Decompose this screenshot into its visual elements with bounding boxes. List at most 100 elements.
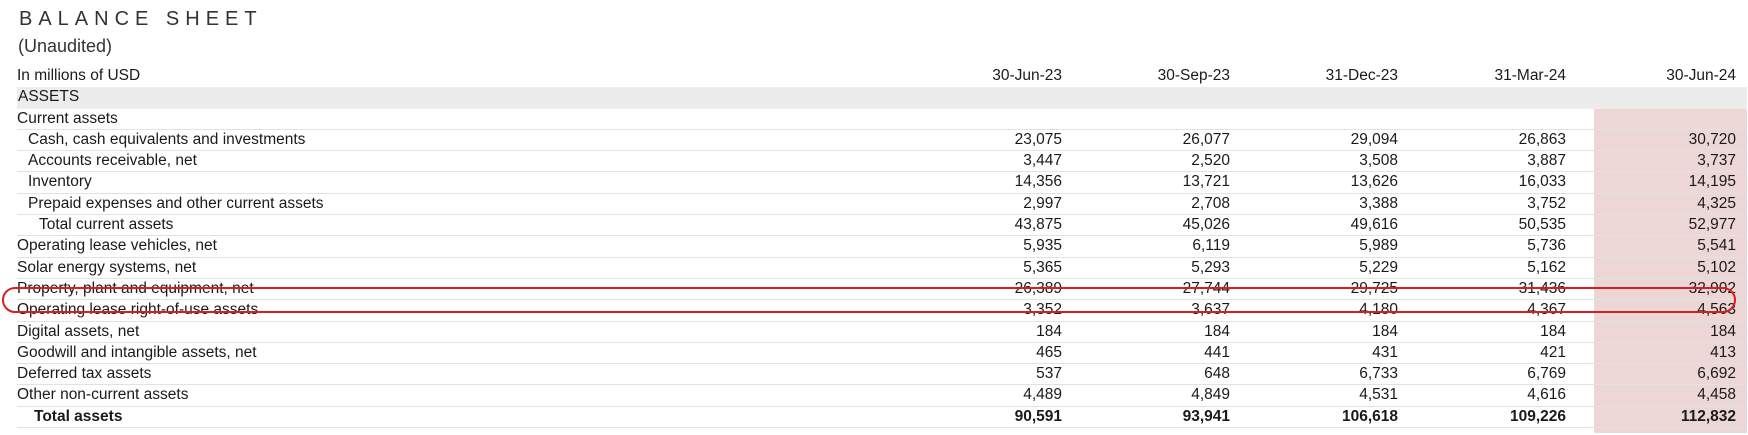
subtotal-row: Total current assets 43,875 45,026 49,61… [17, 215, 1747, 237]
table-cell: 29,094 [1350, 130, 1398, 148]
table-cell: 184 [1204, 322, 1230, 340]
table-cell: 5,736 [1527, 237, 1566, 255]
table-cell: 3,447 [1023, 152, 1062, 170]
table-cell: 43,875 [1014, 216, 1062, 234]
table-cell: 50,535 [1518, 216, 1566, 234]
row-label: Cash, cash equivalents and investments [28, 130, 306, 148]
table-row: Cash, cash equivalents and investments 2… [17, 130, 1747, 152]
table-cell: 14,195 [1688, 173, 1736, 191]
table-cell: 3,637 [1191, 301, 1230, 319]
row-label: Operating lease vehicles, net [17, 237, 217, 255]
table-cell: 93,941 [1182, 407, 1230, 425]
table-cell: 441 [1204, 343, 1230, 361]
column-header: 31-Mar-24 [1494, 67, 1567, 84]
table-cell: 465 [1036, 343, 1062, 361]
table-cell: 13,721 [1182, 173, 1230, 191]
table-row: Operating lease vehicles, net 5,935 6,11… [17, 236, 1747, 258]
table-cell: 45,026 [1182, 216, 1230, 234]
table-cell: 31,436 [1518, 279, 1566, 297]
table-cell: 3,508 [1359, 152, 1398, 170]
table-cell: 4,367 [1527, 301, 1566, 319]
table-cell: 26,077 [1182, 130, 1230, 148]
table-cell: 5,102 [1697, 258, 1736, 276]
table-cell: 5,541 [1697, 237, 1736, 255]
column-header: 30-Sep-23 [1157, 67, 1230, 84]
sheet-subtitle: (Unaudited) [18, 36, 113, 56]
row-label: Operating lease right-of-use assets [17, 301, 259, 319]
table-cell: 13,626 [1350, 173, 1398, 191]
table-row: Solar energy systems, net 5,365 5,293 5,… [17, 258, 1747, 279]
table-cell: 6,733 [1359, 365, 1398, 383]
table-cell: 49,616 [1350, 216, 1398, 234]
table-cell: 5,229 [1359, 258, 1398, 276]
table-cell: 4,180 [1359, 301, 1398, 319]
table-cell: 184 [1710, 322, 1736, 340]
table-cell: 4,489 [1023, 386, 1062, 404]
table-cell: 6,692 [1697, 365, 1736, 383]
table-cell: 431 [1372, 343, 1398, 361]
table-cell: 184 [1540, 322, 1566, 340]
table-cell: 537 [1036, 365, 1062, 383]
table-cell: 14,356 [1014, 173, 1062, 191]
row-label: Total current assets [39, 216, 174, 234]
table-cell: 27,744 [1182, 279, 1230, 297]
table-row: Prepaid expenses and other current asset… [17, 194, 1747, 216]
table-cell: 26,389 [1014, 279, 1062, 297]
table-cell: 4,849 [1191, 386, 1230, 404]
table-cell: 52,977 [1688, 216, 1736, 234]
table-cell: 2,997 [1023, 194, 1062, 212]
table-row-digital-assets: Digital assets, net 184 184 184 184 184 [17, 322, 1747, 343]
table-cell: 16,033 [1518, 173, 1566, 191]
table-cell: 90,591 [1014, 407, 1062, 425]
row-label: Current assets [17, 109, 118, 127]
table-cell: 2,520 [1191, 152, 1230, 170]
row-label: Other non-current assets [17, 386, 189, 404]
table-cell: 4,563 [1697, 301, 1736, 319]
row-label: Accounts receivable, net [28, 152, 197, 170]
table-cell: 4,531 [1359, 386, 1398, 404]
table-cell: 3,352 [1023, 301, 1062, 319]
table-cell: 3,388 [1359, 194, 1398, 212]
table-cell: 6,119 [1192, 237, 1230, 255]
column-header: 31-Dec-23 [1325, 67, 1398, 84]
table-row: Other non-current assets 4,489 4,849 4,5… [17, 385, 1747, 407]
row-label: Prepaid expenses and other current asset… [28, 194, 324, 212]
table-cell: 106,618 [1341, 407, 1398, 425]
row-label: Digital assets, net [17, 322, 140, 340]
table-cell: 5,935 [1023, 237, 1062, 255]
table-cell: 4,458 [1697, 386, 1736, 404]
table-cell: 5,293 [1191, 258, 1230, 276]
table-cell: 2,708 [1191, 194, 1230, 212]
table-row: Inventory 14,356 13,721 13,626 16,033 14… [17, 172, 1747, 194]
row-label: Deferred tax assets [17, 365, 152, 383]
sheet-title: BALANCE SHEET [19, 8, 263, 30]
column-header: 30-Jun-24 [1666, 67, 1736, 84]
row-label: Total assets [34, 407, 123, 425]
row-label: Inventory [28, 173, 92, 191]
table-cell: 648 [1204, 365, 1230, 383]
row-label: Property, plant and equipment, net [17, 279, 254, 297]
row-label: Goodwill and intangible assets, net [17, 343, 257, 361]
row-label: ASSETS [18, 88, 80, 106]
total-row: Total assets 90,591 93,941 106,618 109,2… [17, 407, 1747, 429]
table-cell: 184 [1036, 322, 1062, 340]
table-row: Goodwill and intangible assets, net 465 … [17, 343, 1747, 365]
table-cell: 421 [1540, 343, 1566, 361]
table-cell: 3,737 [1697, 152, 1736, 170]
subsection-row-current-assets: Current assets [17, 109, 1747, 130]
table-cell: 5,365 [1023, 258, 1062, 276]
table-cell: 3,887 [1527, 152, 1566, 170]
table-cell: 5,162 [1527, 258, 1566, 276]
column-header: 30-Jun-23 [992, 67, 1062, 84]
table-cell: 26,863 [1518, 130, 1566, 148]
table-row: Operating lease right-of-use assets 3,35… [17, 300, 1747, 322]
table-row: Accounts receivable, net 3,447 2,520 3,5… [17, 151, 1747, 173]
table-cell: 30,720 [1688, 130, 1736, 148]
table-cell: 32,902 [1688, 279, 1736, 297]
table-cell: 6,769 [1527, 365, 1566, 383]
header-row: In millions of USD 30-Jun-23 30-Sep-23 3… [17, 66, 1747, 87]
table-cell: 4,616 [1527, 386, 1566, 404]
table-cell: 4,325 [1697, 194, 1736, 212]
table-cell: 109,226 [1509, 407, 1566, 425]
table-cell: 112,832 [1680, 407, 1736, 425]
